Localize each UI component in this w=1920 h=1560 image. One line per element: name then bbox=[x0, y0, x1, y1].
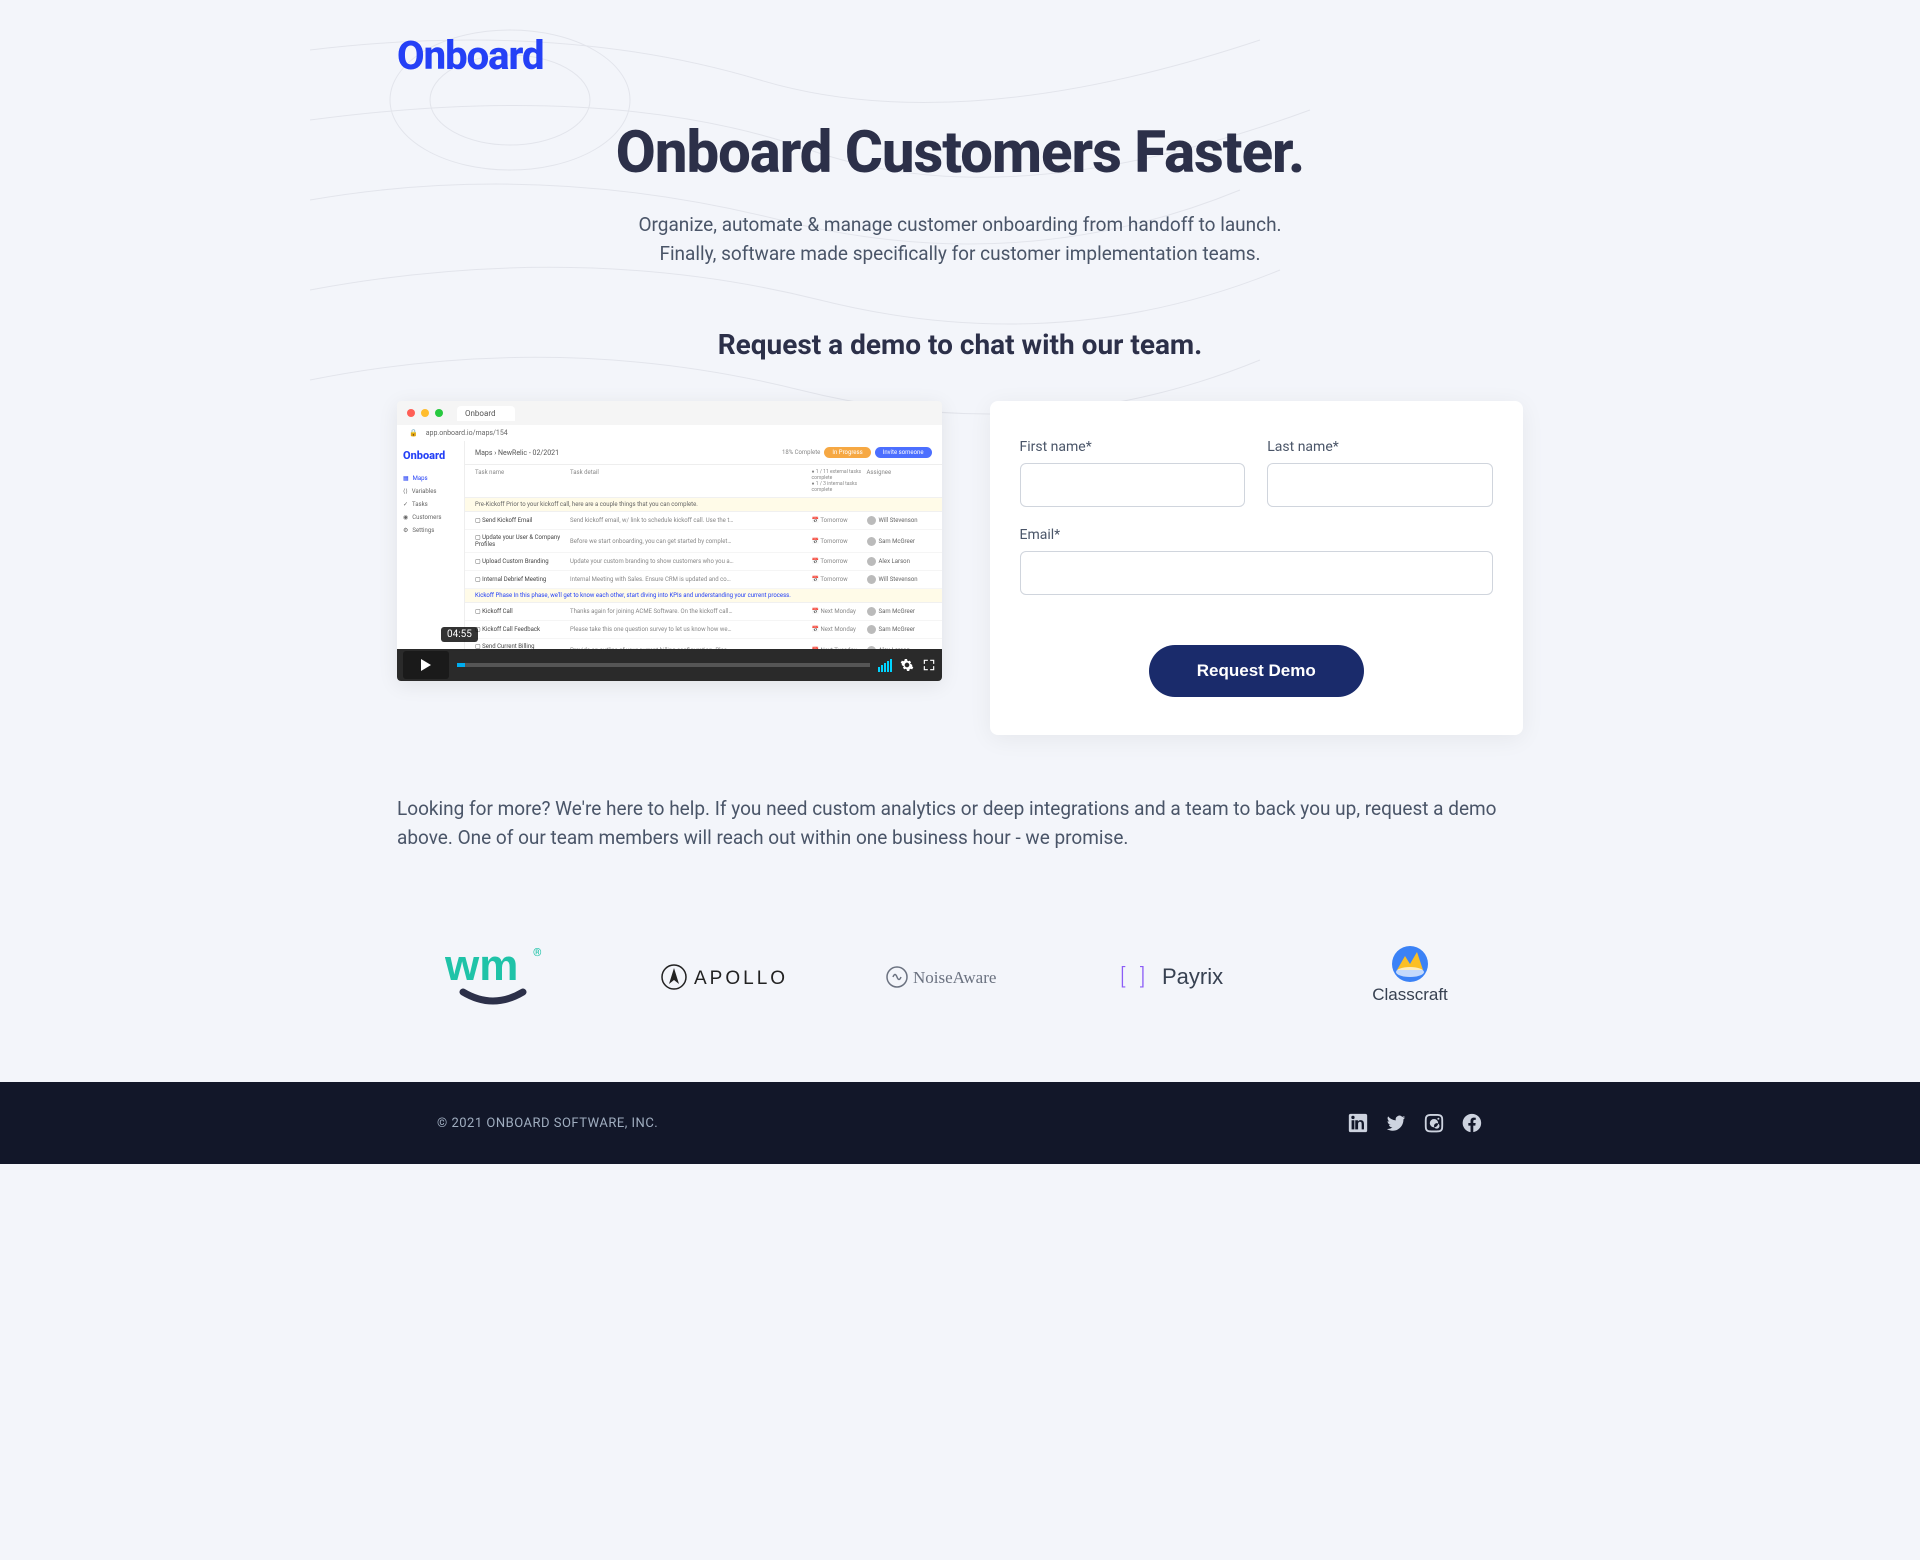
svg-text:]: ] bbox=[1140, 965, 1145, 990]
video-controls[interactable]: 04:55 bbox=[397, 649, 942, 681]
task-row: ▢ Send Kickoff EmailSend kickoff email, … bbox=[465, 512, 942, 530]
video-timestamp: 04:55 bbox=[441, 627, 478, 642]
task-row: ▢ Internal Debrief MeetingInternal Meeti… bbox=[465, 571, 942, 589]
brand-logo: Onboard bbox=[397, 0, 1523, 119]
url-bar: 🔒app.onboard.io/maps/154 bbox=[397, 425, 942, 441]
task-row: ▢ Kickoff CallThanks again for joining A… bbox=[465, 603, 942, 621]
footer: © 2021 ONBOARD SOFTWARE, INC. bbox=[0, 1082, 1920, 1164]
svg-text:®: ® bbox=[533, 946, 542, 959]
email-label: Email* bbox=[1020, 527, 1493, 543]
last-name-input[interactable] bbox=[1267, 463, 1493, 507]
svg-text:Payrix: Payrix bbox=[1162, 964, 1223, 989]
email-input[interactable] bbox=[1020, 551, 1493, 595]
task-row: ▢ Kickoff Call FeedbackPlease take this … bbox=[465, 621, 942, 639]
app-sidebar: Onboard ▦Maps ⟨⟩Variables ✓Tasks ◉Custom… bbox=[397, 441, 465, 649]
video-scrubber[interactable] bbox=[457, 663, 870, 667]
first-name-input[interactable] bbox=[1020, 463, 1246, 507]
demo-form: First name* Last name* Email* Reques bbox=[990, 401, 1523, 735]
browser-chrome: Onboard bbox=[397, 401, 942, 425]
linkedin-icon[interactable] bbox=[1347, 1112, 1369, 1134]
svg-text:Classcraft: Classcraft bbox=[1373, 985, 1449, 1004]
client-logo-payrix: [ ] Payrix bbox=[1120, 962, 1250, 992]
client-logo-wm: wm ® bbox=[445, 942, 565, 1012]
svg-text:APOLLO: APOLLO bbox=[694, 968, 788, 989]
task-row: ▢ Upload Custom BrandingUpdate your cust… bbox=[465, 553, 942, 571]
task-row: ▢ Send Current Billing ConfigurationProv… bbox=[465, 639, 942, 649]
breadcrumb: Maps › NewRelic - 02/2021 bbox=[475, 449, 559, 457]
brand-name: Onboard bbox=[397, 32, 544, 79]
instagram-icon[interactable] bbox=[1423, 1112, 1445, 1134]
task-row: ▢ Update your User & Company ProfilesBef… bbox=[465, 530, 942, 553]
client-logo-noiseaware: NoiseAware bbox=[885, 962, 1025, 992]
settings-icon[interactable] bbox=[900, 658, 914, 672]
twitter-icon[interactable] bbox=[1385, 1112, 1407, 1134]
first-name-label: First name* bbox=[1020, 439, 1246, 455]
svg-text:wm: wm bbox=[445, 942, 518, 990]
svg-text:NoiseAware: NoiseAware bbox=[913, 968, 996, 987]
svg-text:[: [ bbox=[1120, 965, 1126, 990]
hero-subtitle: Organize, automate & manage customer onb… bbox=[610, 211, 1310, 268]
client-logo-classcraft: Classcraft bbox=[1345, 942, 1475, 1012]
volume-icon[interactable] bbox=[878, 659, 892, 672]
browser-tab: Onboard bbox=[457, 406, 515, 421]
play-button[interactable] bbox=[403, 651, 449, 679]
demo-video[interactable]: Onboard 🔒app.onboard.io/maps/154 Onboard… bbox=[397, 401, 942, 681]
client-logos: wm ® APOLLO NoiseAware bbox=[397, 922, 1523, 1082]
copyright: © 2021 ONBOARD SOFTWARE, INC. bbox=[437, 1116, 658, 1131]
help-text: Looking for more? We're here to help. If… bbox=[397, 795, 1523, 852]
hero-title: Onboard Customers Faster. bbox=[397, 119, 1523, 187]
request-demo-button[interactable]: Request Demo bbox=[1149, 645, 1364, 697]
client-logo-apollo: APOLLO bbox=[660, 957, 790, 997]
facebook-icon[interactable] bbox=[1461, 1112, 1483, 1134]
fullscreen-icon[interactable] bbox=[922, 658, 936, 672]
cta-heading: Request a demo to chat with our team. bbox=[397, 328, 1523, 361]
last-name-label: Last name* bbox=[1267, 439, 1493, 455]
